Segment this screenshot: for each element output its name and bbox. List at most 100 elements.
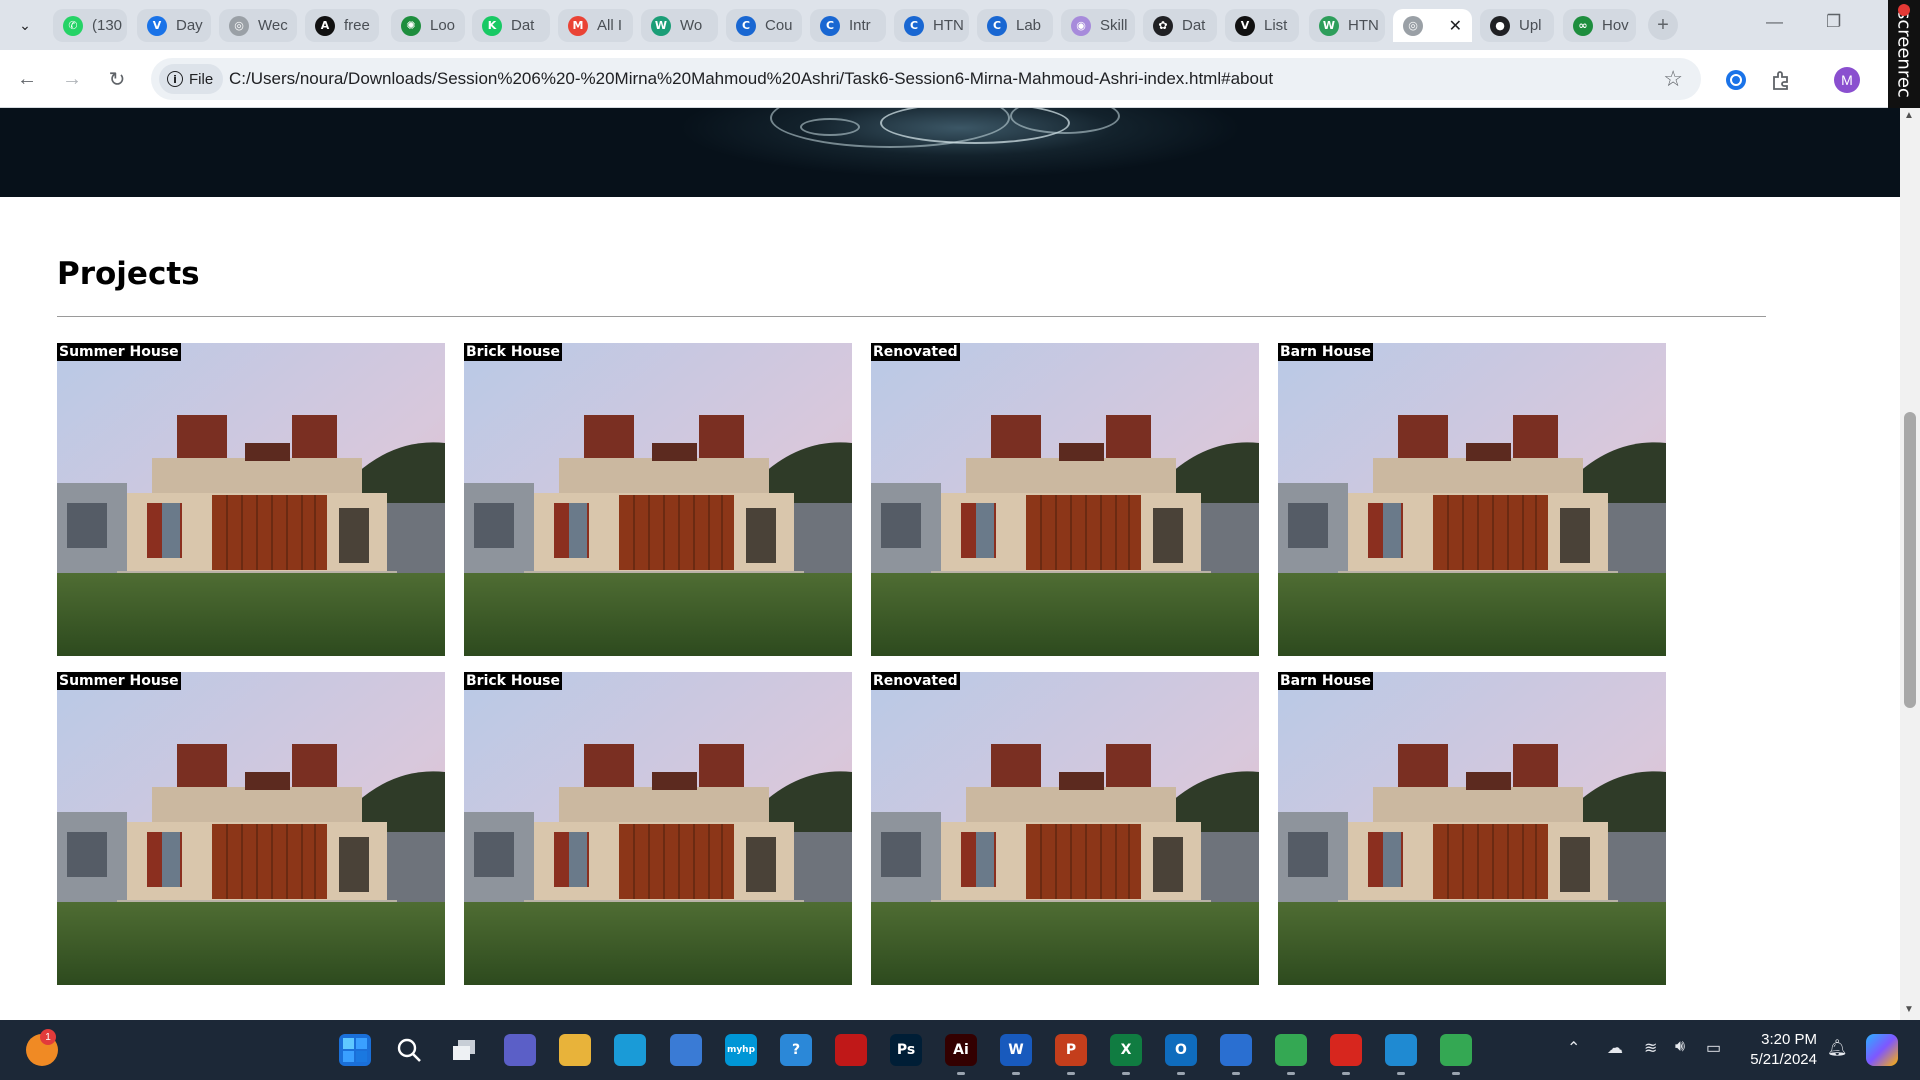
- c-icon: C: [904, 15, 924, 36]
- profile-avatar[interactable]: M: [1834, 67, 1860, 93]
- browser-tab[interactable]: ◎ ✕: [1393, 9, 1472, 42]
- windows-taskbar: 1 myhp? Ps Ai W P X O ⌃ ☁ ≋ 🔊︎ ▭ 3:20 PM 5/21/…: [0, 1020, 1920, 1080]
- project-label: Renovated: [871, 343, 960, 361]
- project-card[interactable]: Renovated: [871, 672, 1259, 985]
- notification-bell-icon[interactable]: 🔔︎: [1827, 1038, 1847, 1058]
- cloud-offline-icon[interactable]: ☁: [1607, 1038, 1623, 1058]
- running-indicator: [1232, 1072, 1240, 1075]
- address-bar[interactable]: i File C:/Users/noura/Downloads/Session%…: [151, 58, 1701, 100]
- battery-icon[interactable]: ▭: [1706, 1038, 1721, 1058]
- section-divider: [57, 316, 1766, 317]
- scroll-down-arrow[interactable]: ▼: [1904, 1004, 1914, 1015]
- skill-icon: ◉: [1071, 15, 1091, 36]
- excel-icon[interactable]: X: [1110, 1034, 1142, 1075]
- running-indicator: [1122, 1072, 1130, 1075]
- project-card[interactable]: Brick House: [464, 672, 852, 985]
- word-icon[interactable]: W: [1000, 1034, 1032, 1075]
- project-card[interactable]: Barn House: [1278, 343, 1666, 656]
- myhp-icon[interactable]: myhp: [725, 1034, 757, 1066]
- browser-tab[interactable]: ✿ Dat: [1143, 9, 1217, 42]
- project-card[interactable]: Summer House: [57, 672, 445, 985]
- meet-icon[interactable]: [504, 1034, 536, 1066]
- browser-tab[interactable]: ● Upl: [1480, 9, 1554, 42]
- project-card[interactable]: Barn House: [1278, 672, 1666, 985]
- running-indicator: [1177, 1072, 1185, 1075]
- site-info-chip[interactable]: i File: [159, 64, 224, 94]
- browser-tab[interactable]: ◉ Skill: [1061, 9, 1135, 42]
- project-label: Summer House: [57, 343, 181, 361]
- photoshop-icon[interactable]: Ps: [890, 1034, 922, 1066]
- tab-title: Loo: [430, 17, 456, 34]
- clock[interactable]: 3:20 PM 5/21/2024: [1743, 1030, 1817, 1070]
- tab-title: List: [1264, 17, 1288, 34]
- back-button[interactable]: ←: [12, 64, 42, 94]
- project-card[interactable]: Renovated: [871, 343, 1259, 656]
- browser-tab[interactable]: K Dat: [472, 9, 550, 42]
- browser-tab[interactable]: M All I: [558, 9, 633, 42]
- forward-button[interactable]: →: [57, 64, 87, 94]
- browser-tab[interactable]: C Cou: [726, 9, 802, 42]
- chrome-profile-icon[interactable]: [1440, 1034, 1472, 1075]
- translate-extension-icon[interactable]: [1723, 67, 1749, 93]
- browser-tab[interactable]: ✺ Loo: [391, 9, 465, 42]
- restore-button[interactable]: ❐: [1826, 12, 1841, 32]
- browser-tab[interactable]: W HTN: [1309, 9, 1385, 42]
- mcafee-icon[interactable]: [835, 1034, 867, 1066]
- help-icon[interactable]: ?: [780, 1034, 812, 1066]
- outlook-icon[interactable]: O: [1165, 1034, 1197, 1075]
- copilot-icon[interactable]: [1866, 1034, 1898, 1066]
- browser-tab[interactable]: ✆ (130: [53, 9, 127, 42]
- v-icon: V: [1235, 15, 1255, 36]
- project-image: [464, 343, 852, 656]
- store-icon[interactable]: [670, 1034, 702, 1066]
- screen-recorder-widget[interactable]: screenrec: [1888, 0, 1920, 108]
- chrome-icon[interactable]: [1275, 1034, 1307, 1075]
- url-text[interactable]: C:/Users/noura/Downloads/Session%206%20-…: [229, 69, 1273, 89]
- running-indicator: [1397, 1072, 1405, 1075]
- tab-title: All I: [597, 17, 623, 34]
- vscode-icon[interactable]: [1385, 1034, 1417, 1075]
- browser-tab[interactable]: C Intr: [810, 9, 886, 42]
- file-explorer-icon[interactable]: [559, 1034, 591, 1066]
- extensions-icon[interactable]: [1768, 67, 1794, 93]
- illustrator-icon[interactable]: Ai: [945, 1034, 977, 1075]
- browser-tab[interactable]: Afree: [305, 9, 379, 42]
- k-icon: K: [482, 15, 502, 36]
- browser-tab[interactable]: W Wo: [641, 9, 718, 42]
- scrollbar-thumb[interactable]: [1904, 412, 1916, 708]
- search-icon[interactable]: [393, 1034, 425, 1066]
- browser-tab[interactable]: ◎ Wec: [219, 9, 297, 42]
- close-tab-icon[interactable]: ✕: [1449, 16, 1462, 36]
- task-view-icon[interactable]: [448, 1034, 480, 1066]
- tab-title: Dat: [511, 17, 535, 34]
- bookmark-star-icon[interactable]: ☆: [1663, 66, 1683, 92]
- browser-tab[interactable]: V Day: [137, 9, 211, 42]
- site-info-label: File: [189, 70, 214, 88]
- edge-icon[interactable]: [614, 1034, 646, 1066]
- browser-tab[interactable]: C Lab: [977, 9, 1053, 42]
- browser-tab[interactable]: ∞ Hov: [1563, 9, 1636, 42]
- minimize-button[interactable]: —: [1766, 12, 1783, 32]
- browser-tab[interactable]: C HTN: [894, 9, 969, 42]
- volume-icon[interactable]: 🔊︎: [1675, 1038, 1685, 1056]
- powerpoint-icon[interactable]: P: [1055, 1034, 1087, 1075]
- running-indicator: [957, 1072, 965, 1075]
- show-hidden-icons-chevron-icon[interactable]: ⌃: [1567, 1038, 1580, 1058]
- project-card[interactable]: Summer House: [57, 343, 445, 656]
- browser-tab[interactable]: V List: [1225, 9, 1299, 42]
- clock-time: 3:20 PM: [1761, 1031, 1817, 1048]
- scroll-up-arrow[interactable]: ▲: [1904, 110, 1914, 121]
- reload-icon: ↻: [108, 68, 126, 91]
- wifi-icon[interactable]: ≋: [1644, 1038, 1657, 1058]
- project-image: [464, 672, 852, 985]
- project-image: [1278, 672, 1666, 985]
- new-tab-button[interactable]: +: [1648, 10, 1678, 40]
- arrow-left-icon: ←: [17, 67, 37, 90]
- acrobat-icon[interactable]: [1330, 1034, 1362, 1075]
- start-icon[interactable]: [339, 1034, 371, 1066]
- project-card[interactable]: Brick House: [464, 343, 852, 656]
- tab-search-button[interactable]: ⌄: [10, 10, 40, 40]
- tab-title: Upl: [1519, 17, 1542, 34]
- eye-app-icon[interactable]: [1220, 1034, 1252, 1075]
- reload-button[interactable]: ↻: [102, 64, 132, 94]
